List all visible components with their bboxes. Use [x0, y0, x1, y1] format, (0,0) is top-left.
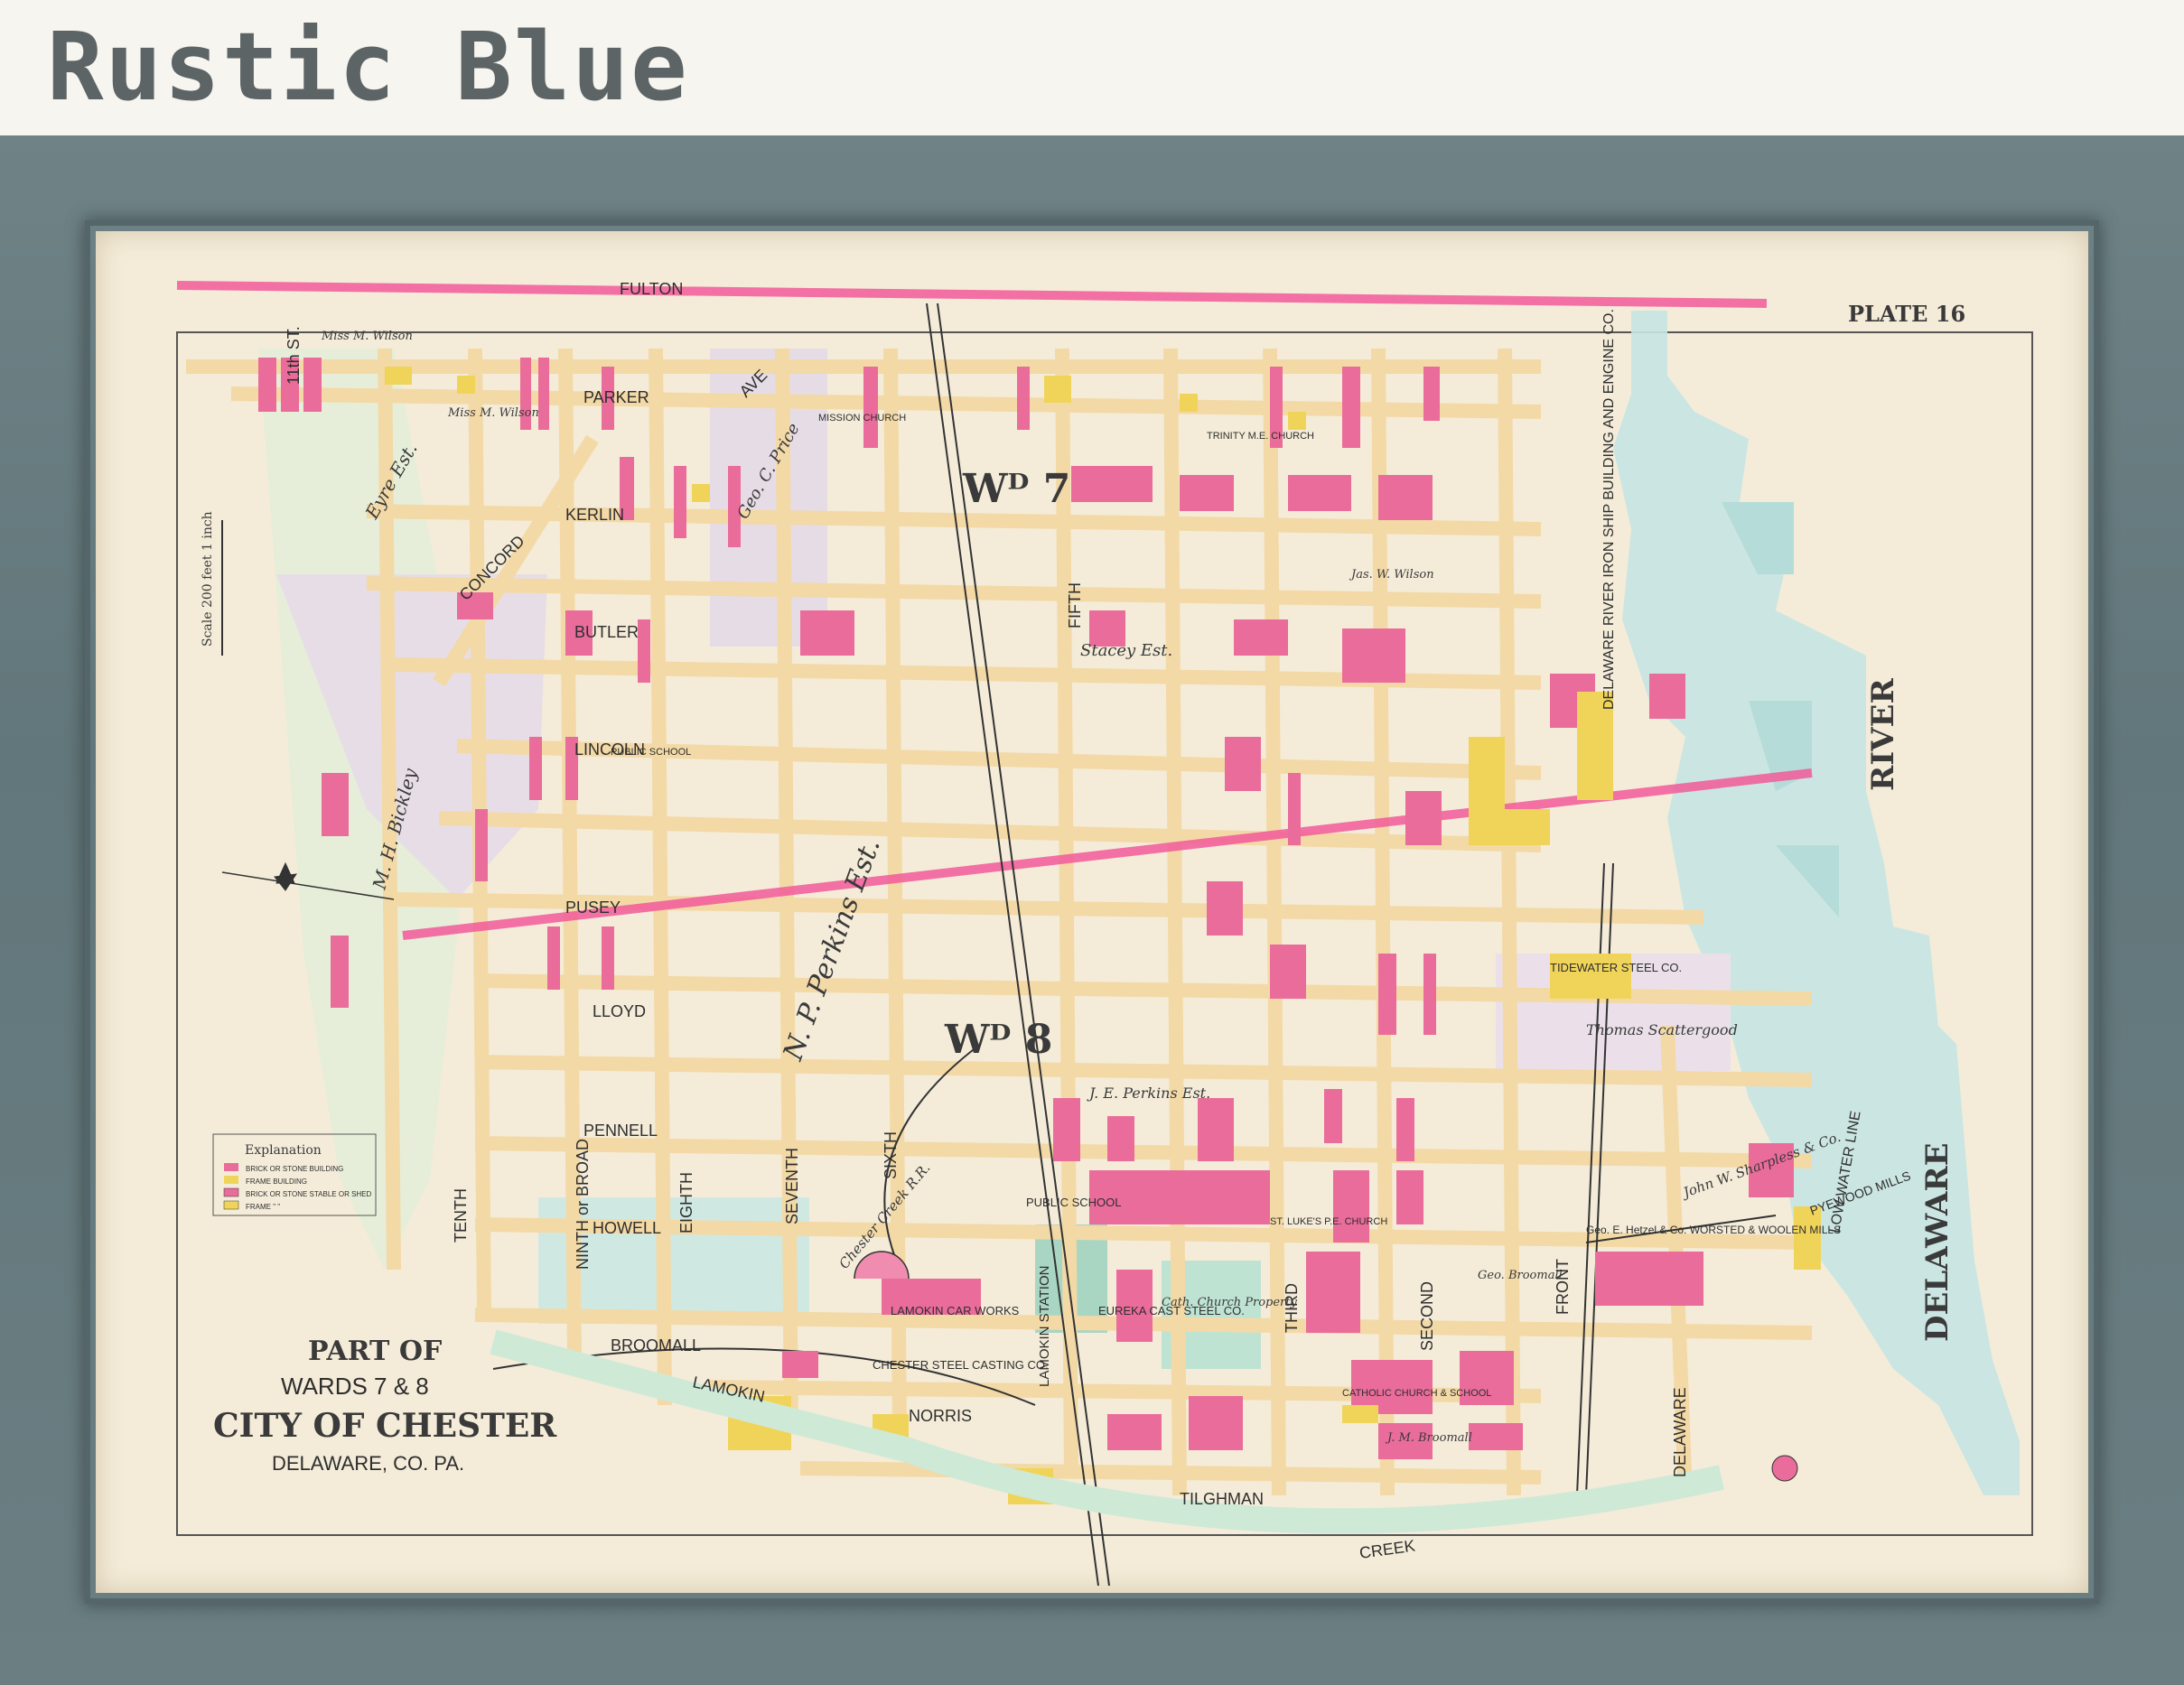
catholic-church-school: CATHOLIC CHURCH & SCHOOL: [1342, 1388, 1491, 1399]
street-seventh: SEVENTH: [783, 1148, 801, 1224]
st-lukes-church: ST. LUKE'S P.E. CHURCH: [1270, 1216, 1387, 1227]
street-delaware: DELAWARE: [1671, 1387, 1689, 1477]
street-pusey: PUSEY: [565, 898, 621, 917]
street-howell: HOWELL: [593, 1219, 661, 1237]
title-wards: WARDS 7 & 8: [281, 1373, 429, 1400]
public-school-north: PUBLIC SCHOOL: [611, 747, 691, 758]
legend-swatch-stable: [223, 1187, 239, 1197]
street-tilghman: TILGHMAN: [1180, 1490, 1264, 1508]
street-lloyd: LLOYD: [593, 1002, 646, 1020]
street-eleventh: 11th ST.: [285, 326, 303, 385]
street-norris: NORRIS: [909, 1407, 972, 1425]
street-fulton: FULTON: [620, 280, 683, 298]
street-sixth: SIXTH: [882, 1131, 900, 1179]
stacey-estate-label: Stacey Est.: [1080, 641, 1172, 660]
legend-item-4: FRAME " ": [246, 1203, 280, 1211]
ward-8-label: Wᴰ 8: [944, 1017, 1052, 1063]
broomall2-label: Geo. Broomall: [1478, 1269, 1563, 1282]
worsted-mills: Geo. E. Hetzel & Co. WORSTED & WOOLEN MI…: [1586, 1224, 1841, 1236]
legend-item-1: BRICK OR STONE BUILDING: [246, 1165, 343, 1173]
creek-label: CREEK: [1358, 1537, 1416, 1562]
title-county: DELAWARE, CO. PA.: [272, 1452, 464, 1475]
street-kerlin: KERLIN: [565, 506, 624, 524]
ship-building-works: DELAWARE RIVER IRON SHIP BUILDING AND EN…: [1601, 309, 1617, 710]
ward-boundary-north: [176, 281, 1768, 308]
chester-steel-casting: CHESTER STEEL CASTING CO.: [873, 1358, 1049, 1372]
street-eighth: EIGHTH: [677, 1172, 695, 1233]
legend-swatch-frame: [224, 1176, 238, 1184]
title-part-of: PART OF: [308, 1336, 442, 1367]
street-butler: BUTLER: [574, 623, 639, 641]
street-pennell: PENNELL: [583, 1122, 658, 1140]
header-band: Rustic Blue: [0, 0, 2184, 135]
legend-title: Explanation: [245, 1143, 322, 1158]
wilson-label-1: Miss M. Wilson: [321, 330, 413, 343]
map-sheet: PLATE 16 Wᴰ 7 Wᴰ 8 RIVER DELAWARE LOW WA…: [176, 280, 2033, 1587]
street-tenth: TENTH: [452, 1188, 470, 1243]
ward-7-label: Wᴰ 7: [962, 466, 1070, 512]
delaware-word-label: DELAWARE: [1919, 1142, 1955, 1342]
street-parker: PARKER: [583, 388, 649, 406]
plate-number: PLATE 16: [1848, 301, 1965, 327]
trinity-church: TRINITY M.E. CHURCH: [1207, 431, 1314, 442]
legend-item-2: FRAME BUILDING: [246, 1178, 307, 1186]
street-ninth-broad: NINTH or BROAD: [574, 1139, 592, 1270]
legend-swatch-frame-stable: [223, 1200, 239, 1210]
wilson-label-3: Jas. W. Wilson: [1349, 568, 1434, 582]
street-second: SECOND: [1418, 1281, 1436, 1351]
legend-item-3: BRICK OR STONE STABLE OR SHED: [246, 1190, 372, 1198]
perkins-estate: J. E. Perkins Est.: [1087, 1085, 1210, 1102]
street-broomall: BROOMALL: [611, 1336, 701, 1355]
street-fifth: FIFTH: [1066, 582, 1084, 628]
scale-label: Scale 200 feet 1 inch: [201, 511, 215, 647]
tidewater-steel: TIDEWATER STEEL CO.: [1550, 961, 1682, 974]
price-estate: [710, 349, 827, 647]
river-word-label: RIVER: [1865, 678, 1901, 791]
title-city: CITY OF CHESTER: [213, 1407, 557, 1445]
page-title: Rustic Blue: [47, 12, 689, 122]
cath-church-property: Cath. Church Property: [1162, 1296, 1297, 1309]
lamokin-car-works: LAMOKIN CAR WORKS: [891, 1304, 1020, 1317]
mission-church: MISSION CHURCH: [818, 413, 906, 424]
gas-holder: [1771, 1455, 1798, 1482]
wilson-label-2: Miss M. Wilson: [447, 406, 539, 420]
public-school-south: PUBLIC SCHOOL: [1026, 1196, 1121, 1209]
broomall-label: J. M. Broomall: [1385, 1431, 1472, 1445]
scattergood-label: Thomas Scattergood: [1586, 1021, 1738, 1038]
street-front: FRONT: [1554, 1259, 1572, 1315]
legend-swatch-brick: [224, 1163, 238, 1171]
